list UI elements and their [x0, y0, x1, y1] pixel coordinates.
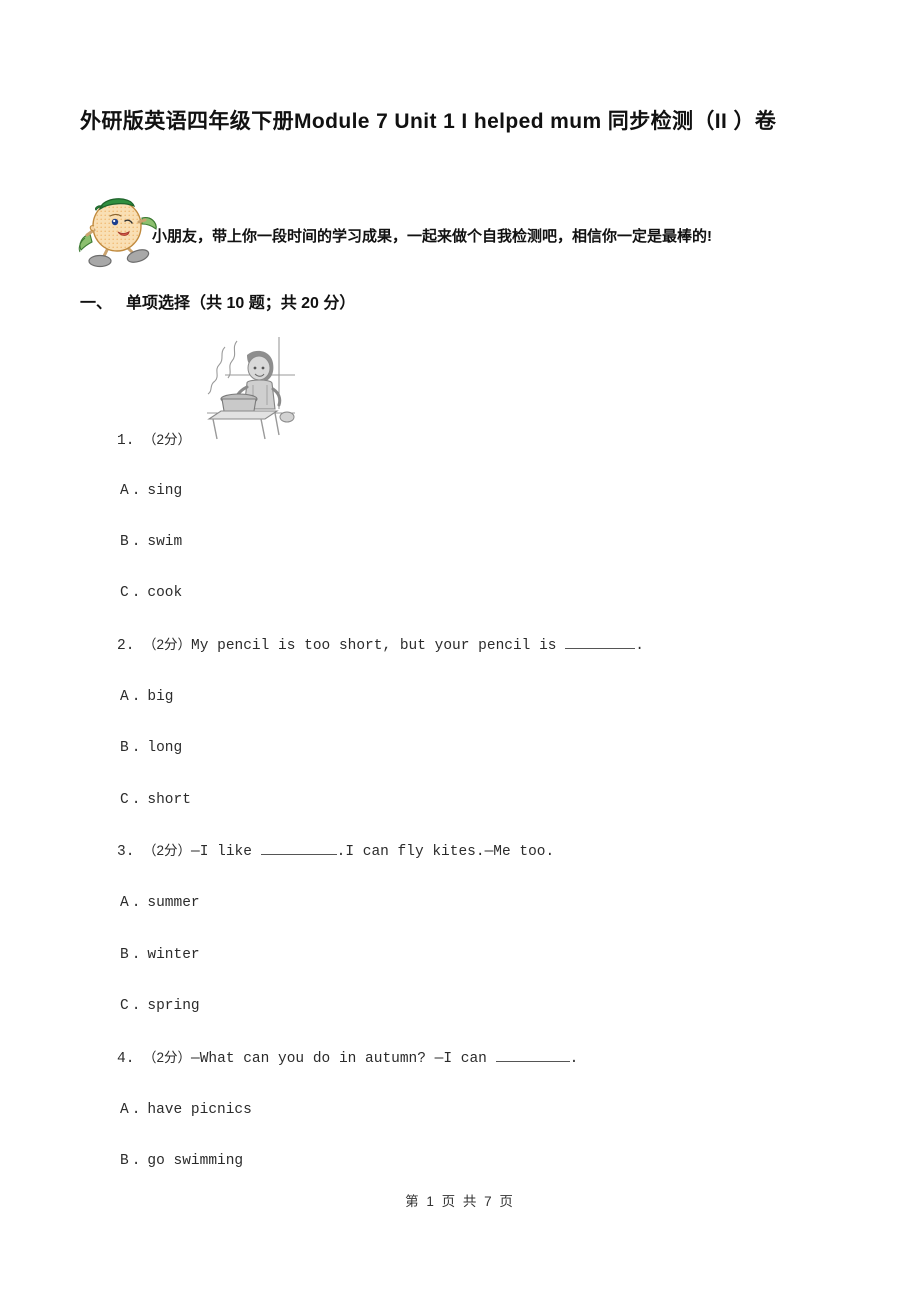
section-title: 单项选择（共 10 题；共 20 分） [126, 295, 356, 312]
question-3-stem: 3. （2分）—I like .I can fly kites.—Me too. [117, 841, 554, 862]
option-dot: . [131, 585, 141, 601]
question-3-score: （2分） [143, 843, 192, 858]
option-label: sing [147, 483, 183, 499]
cartoon-mascot-icon [72, 190, 164, 270]
option-key: B [120, 1153, 129, 1169]
option-key: A [120, 483, 129, 499]
option-label: go swimming [147, 1153, 244, 1169]
exam-page: 外研版英语四年级下册Module 7 Unit 1 I helped mum 同… [0, 0, 920, 1302]
question-2-text-before: My pencil is too short, but your pencil … [191, 638, 566, 654]
option-key: B [120, 947, 129, 963]
option-label: summer [147, 895, 200, 911]
question-3-number: 3. [117, 844, 135, 860]
question-3-option-a[interactable]: A. summer [120, 893, 200, 913]
option-dot: . [131, 689, 141, 705]
question-4-stem: 4. （2分）—What can you do in autumn? —I can… [117, 1048, 578, 1069]
question-3-option-b[interactable]: B. winter [120, 945, 200, 965]
option-key: C [120, 998, 129, 1014]
option-key: B [120, 740, 129, 756]
section-number: 一、 [80, 295, 113, 312]
option-dot: . [131, 1102, 141, 1118]
question-2-score: （2分） [143, 637, 192, 652]
option-key: A [120, 1102, 129, 1118]
question-2-option-a[interactable]: A. big [120, 687, 174, 707]
option-key: B [120, 534, 129, 550]
option-label: big [147, 689, 174, 705]
option-key: A [120, 895, 129, 911]
instruction-banner: 小朋友，带上你一段时间的学习成果，一起来做个自我检测吧，相信你一定是最棒的! [72, 190, 862, 270]
page-footer: 第 1 页 共 7 页 [405, 1194, 515, 1209]
question-4-text-after: . [569, 1051, 579, 1067]
question-1-stem: 1. （2分） [117, 430, 193, 451]
option-dot: . [131, 895, 141, 911]
question-1-option-b[interactable]: B. swim [120, 532, 182, 552]
answer-blank[interactable] [495, 1061, 570, 1062]
option-label: short [147, 792, 191, 808]
option-key: C [120, 792, 129, 808]
option-dot: . [131, 998, 141, 1014]
question-2-option-c[interactable]: C. short [120, 790, 191, 810]
page-title: 外研版英语四年级下册Module 7 Unit 1 I helped mum 同… [80, 110, 777, 133]
option-label: have picnics [147, 1102, 252, 1118]
question-4-option-b[interactable]: B. go swimming [120, 1151, 243, 1171]
question-3-option-c[interactable]: C. spring [120, 996, 200, 1016]
question-1-option-a[interactable]: A. sing [120, 481, 182, 501]
answer-blank[interactable] [260, 854, 337, 855]
option-label: cook [147, 585, 183, 601]
question-2-option-b[interactable]: B. long [120, 738, 182, 758]
option-dot: . [131, 483, 141, 499]
option-label: spring [147, 998, 200, 1014]
option-label: swim [147, 534, 183, 550]
question-3-text-after: .I can fly kites.—Me too. [336, 844, 555, 860]
question-1-option-c[interactable]: C. cook [120, 583, 182, 603]
question-2-stem: 2. （2分）My pencil is too short, but your p… [117, 635, 644, 656]
option-label: long [147, 740, 183, 756]
option-key: A [120, 689, 129, 705]
option-dot: . [131, 947, 141, 963]
question-4-text-before: —What can you do in autumn? —I can [191, 1051, 496, 1067]
option-dot: . [131, 740, 141, 756]
question-3-text-before: —I like [191, 844, 261, 860]
question-4-number: 4. [117, 1051, 135, 1067]
question-4-score: （2分） [143, 1050, 192, 1065]
question-2-text-after: . [635, 638, 644, 654]
option-dot: . [131, 1153, 141, 1169]
answer-blank[interactable] [565, 648, 636, 649]
instruction-text: 小朋友，带上你一段时间的学习成果，一起来做个自我检测吧，相信你一定是最棒的! [152, 228, 712, 245]
option-key: C [120, 585, 129, 601]
girl-cooking-illustration [195, 335, 303, 443]
option-dot: . [131, 534, 141, 550]
option-label: winter [147, 947, 200, 963]
question-1-score: （2分） [143, 432, 192, 447]
section-heading: 一、 单项选择（共 10 题；共 20 分） [80, 292, 355, 316]
option-dot: . [131, 792, 141, 808]
question-2-number: 2. [117, 638, 135, 654]
question-1-number: 1. [117, 433, 135, 449]
question-4-option-a[interactable]: A. have picnics [120, 1100, 252, 1120]
